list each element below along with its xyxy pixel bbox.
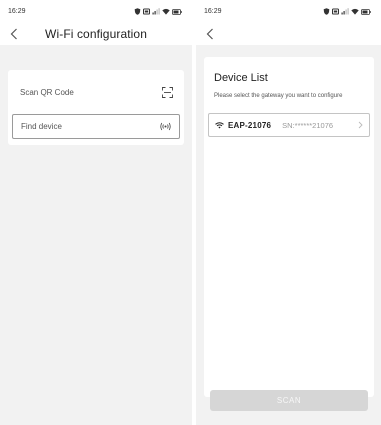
notification-icon [143,8,150,15]
nav-bar: Wi-Fi configuration [0,23,192,45]
battery-icon [361,8,371,15]
nav-bar [196,23,381,45]
device-serial-number: SN:******21076 [282,120,334,130]
chevron-left-icon [206,28,213,40]
find-device-option[interactable]: Find device [12,114,180,139]
wifi-icon [215,121,224,128]
device-list-panel: Device List Please select the gateway yo… [204,57,374,397]
scan-button[interactable]: SCAN [210,390,368,411]
status-bar: 16:29 [0,0,192,23]
shield-icon [323,8,330,15]
notification-icon [332,8,339,15]
back-button[interactable] [202,26,218,42]
wifi-status-icon [162,8,170,15]
status-time: 16:29 [204,8,222,15]
qr-scan-icon [162,86,173,98]
configuration-options-card: Scan QR Code Find device [8,70,184,145]
device-name: EAP-21076 [228,120,272,130]
battery-icon [172,8,182,15]
find-device-label: Find device [21,122,62,131]
shield-icon [134,8,141,15]
chevron-right-icon [358,121,363,129]
device-list-screen: 16:29 Device List Please select the gate… [196,0,381,425]
cellular-signal-icon [341,8,349,15]
signal-broadcast-icon [160,122,171,131]
cellular-signal-icon [152,8,160,15]
device-list-title: Device List [214,72,268,84]
page-title: Wi-Fi configuration [45,27,147,41]
device-list-item[interactable]: EAP-21076 SN:******21076 [208,113,370,137]
status-time: 16:29 [8,8,26,15]
status-bar: 16:29 [196,0,381,23]
wifi-status-icon [351,8,359,15]
chevron-left-icon [10,28,17,40]
device-list-subtitle: Please select the gateway you want to co… [214,93,343,99]
status-icons [323,8,371,15]
back-button[interactable] [6,26,22,42]
scan-qr-code-label: Scan QR Code [20,87,74,97]
scan-qr-code-option[interactable]: Scan QR Code [12,78,180,106]
status-icons [134,8,182,15]
wifi-configuration-screen: 16:29 Wi-Fi configuration Scan QR Code F… [0,0,192,425]
